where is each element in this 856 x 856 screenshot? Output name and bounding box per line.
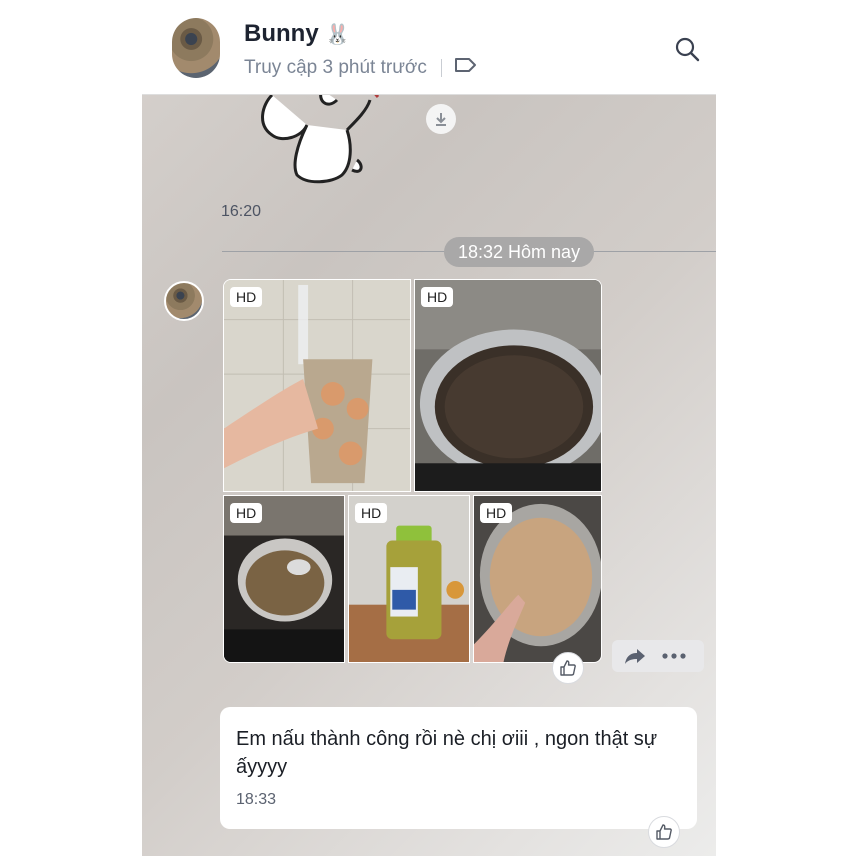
message-text: Em nấu thành công rồi nè chị ơiii , ngon… <box>236 728 658 778</box>
sticker-time: 16:20 <box>221 203 262 220</box>
search-icon[interactable] <box>674 36 700 62</box>
hd-badge: HD <box>480 503 513 523</box>
contact-title[interactable]: Bunny 🐰 <box>244 20 350 48</box>
message-time: 18:33 <box>236 791 277 808</box>
photo-pot[interactable]: HD <box>414 279 602 492</box>
photo-milk-tea-pan[interactable]: HD <box>473 495 602 663</box>
photo-bottle[interactable]: HD <box>348 495 470 663</box>
date-separator: 18:32 Hôm nay <box>444 237 595 267</box>
message-actions <box>612 640 704 672</box>
sender-avatar[interactable] <box>164 281 204 321</box>
download-button[interactable] <box>426 104 456 134</box>
text-message-bubble[interactable]: Em nấu thành công rồi nè chị ơiii , ngon… <box>220 707 697 829</box>
bunny-sticker[interactable] <box>252 85 392 190</box>
hd-badge: HD <box>230 287 263 307</box>
thumbs-up-icon <box>560 660 576 676</box>
contact-avatar[interactable] <box>172 18 220 78</box>
message-like-button[interactable] <box>648 816 680 848</box>
status-divider <box>440 59 442 77</box>
download-icon <box>436 113 446 126</box>
hd-badge: HD <box>421 287 454 307</box>
thumbs-up-icon <box>656 824 672 840</box>
chat-header: Bunny 🐰 Truy cập 3 phút trước <box>142 0 716 95</box>
forward-icon[interactable] <box>624 647 646 665</box>
contact-emoji: 🐰 <box>325 24 351 46</box>
hd-badge: HD <box>355 503 388 523</box>
photo-cup[interactable]: HD <box>223 279 411 492</box>
cup-image <box>224 280 410 491</box>
more-options-icon[interactable] <box>662 652 686 660</box>
pot-image <box>415 280 601 491</box>
hd-badge: HD <box>230 503 263 523</box>
contact-name: Bunny <box>244 20 319 47</box>
photo-like-button[interactable] <box>552 652 584 684</box>
tag-icon[interactable] <box>454 56 478 80</box>
last-seen-status: Truy cập 3 phút trước <box>244 57 427 78</box>
chat-window: Bunny 🐰 Truy cập 3 phút trước 16:20 18:3… <box>142 0 716 856</box>
photo-boiling-pot[interactable]: HD <box>223 495 345 663</box>
status-row: Truy cập 3 phút trước <box>244 56 478 80</box>
